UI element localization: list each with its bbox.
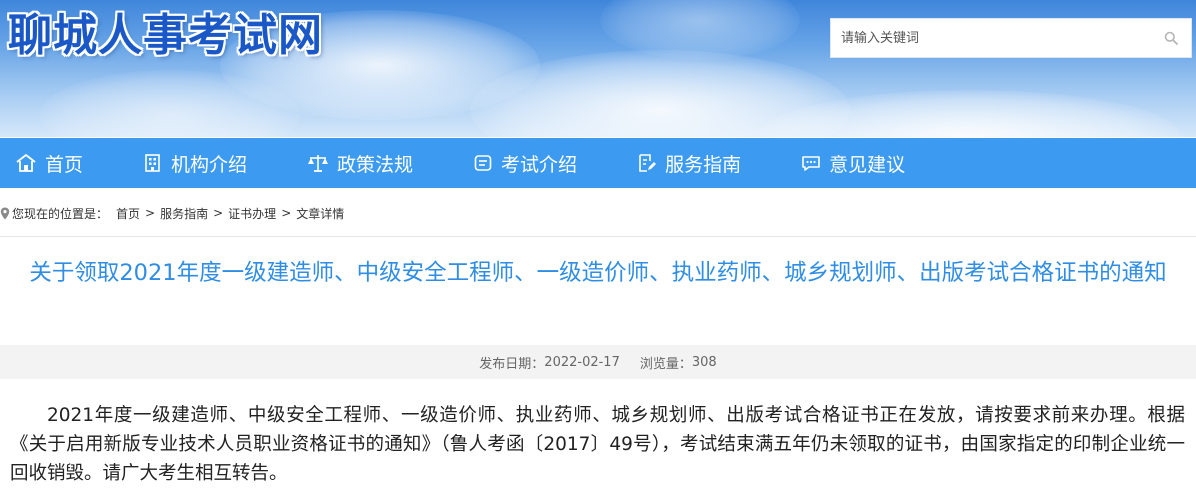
breadcrumb: 您现在的位置是： 首页 > 服务指南 > 证书办理 > 文章详情	[0, 200, 1196, 226]
breadcrumb-label: 您现在的位置是：	[12, 206, 109, 221]
nav-item-home[interactable]: 首页	[15, 138, 91, 188]
location-pin-icon	[0, 207, 10, 219]
breadcrumb-separator: >	[145, 206, 156, 220]
breadcrumb-link-home[interactable]: 首页	[116, 205, 140, 222]
breadcrumb-link-service-guide[interactable]: 服务指南	[160, 205, 208, 222]
breadcrumb-link-certificate[interactable]: 证书办理	[228, 205, 276, 222]
search-box	[830, 18, 1192, 58]
breadcrumb-separator: >	[281, 206, 292, 220]
nav-label: 政策法规	[337, 153, 414, 176]
nav-label: 服务指南	[665, 153, 742, 176]
publish-date: 2022-02-17	[544, 354, 620, 370]
nav-item-organization[interactable]: 机构介绍	[143, 138, 255, 188]
chat-bubble-icon	[802, 156, 820, 171]
publish-date-label: 发布日期：	[479, 356, 545, 372]
article-meta: 发布日期： 2022-02-17 浏览量： 308	[0, 345, 1196, 379]
nav-item-service-guide[interactable]: 服务指南	[637, 138, 749, 188]
nav-item-exam-intro[interactable]: 考试介绍	[473, 138, 585, 188]
main-nav: 首页 机构介绍 政策法规 考试介绍 服务指南 意见建议	[0, 138, 1196, 188]
divider	[0, 236, 1196, 237]
nav-label: 考试介绍	[501, 153, 578, 176]
exam-sheet-icon	[474, 155, 492, 171]
home-icon	[16, 154, 36, 172]
nav-label: 意见建议	[829, 153, 906, 176]
view-count-label: 浏览量：	[639, 356, 692, 372]
scales-icon	[308, 155, 329, 172]
article-body: 2021年度一级建造师、中级安全工程师、一级造价师、执业药师、城乡规划师、出版考…	[10, 405, 1185, 484]
nav-label: 首页	[45, 153, 84, 176]
search-icon	[1164, 31, 1178, 45]
view-count: 308	[691, 354, 717, 370]
guide-edit-icon	[639, 154, 657, 172]
article-title: 关于领取2021年度一级建造师、中级安全工程师、一级造价师、执业药师、城乡规划师…	[29, 260, 1167, 286]
breadcrumb-separator: >	[213, 206, 224, 220]
nav-item-policy[interactable]: 政策法规	[307, 138, 421, 188]
header-banner: 聊城人事考试网	[0, 0, 1196, 137]
nav-item-feedback[interactable]: 意见建议	[801, 138, 913, 188]
search-button[interactable]	[1151, 19, 1191, 57]
nav-label: 机构介绍	[171, 153, 248, 176]
building-icon	[145, 154, 160, 172]
site-title[interactable]: 聊城人事考试网	[8, 8, 323, 64]
breadcrumb-current: 文章详情	[296, 206, 345, 221]
search-input[interactable]	[831, 19, 1151, 57]
